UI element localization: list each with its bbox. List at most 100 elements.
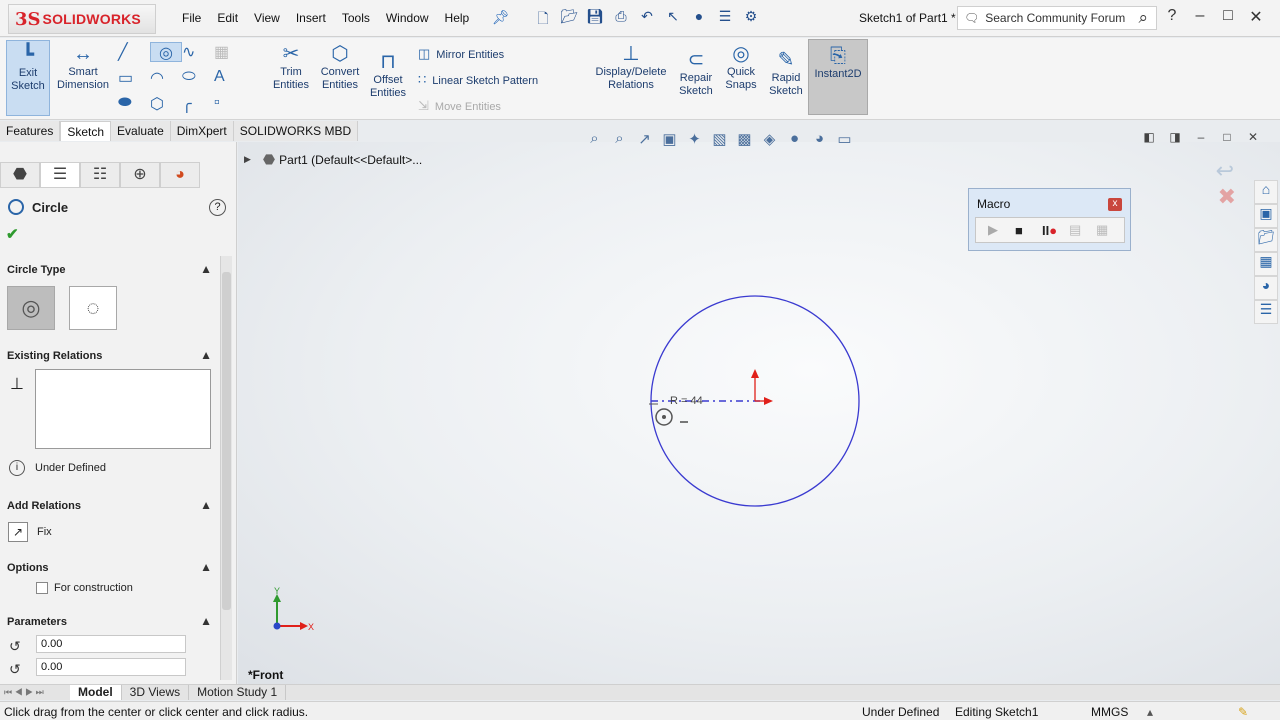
center-y-field[interactable]: 0.00 <box>36 658 186 676</box>
tab-model[interactable]: Model <box>70 685 122 700</box>
point-icon[interactable]: ▫ <box>214 94 246 114</box>
circle-tool-icon[interactable]: ◎ <box>150 42 182 62</box>
rebuild-icon[interactable]: ● <box>686 8 712 28</box>
rectangle-icon[interactable]: ▭ <box>118 68 150 88</box>
move-icon: ⇲ <box>418 98 429 113</box>
spline-icon[interactable]: ∿ <box>182 42 214 62</box>
tab-3d-views[interactable]: 3D Views <box>122 685 190 700</box>
feature-manager-icon[interactable]: ⬣ <box>0 162 40 188</box>
scrollbar-thumb[interactable] <box>222 272 231 610</box>
arc-icon[interactable]: ◠ <box>150 68 182 88</box>
section-add-relations[interactable]: Add Relations ▲ <box>0 496 216 516</box>
sketch-canvas[interactable]: R = 44 Y X <box>238 142 1280 684</box>
slot-icon[interactable]: ⬬ <box>118 94 150 114</box>
center-y-icon: ↺ <box>9 661 21 677</box>
solidworks-logo[interactable]: 3S SOLIDWORKS <box>8 4 156 34</box>
units-selector[interactable]: MMGS <box>1091 705 1128 719</box>
tab-motion-study-1[interactable]: Motion Study 1 <box>189 685 287 700</box>
close-icon[interactable]: ✕ <box>1242 7 1270 27</box>
search-input[interactable]: Search Community Forum <box>985 11 1125 25</box>
file-properties-icon[interactable]: ☰ <box>712 8 738 28</box>
tab-evaluate[interactable]: Evaluate <box>111 121 171 141</box>
fix-relation-button[interactable]: ↗ Fix <box>8 522 52 542</box>
center-x-field[interactable]: 0.00 <box>36 635 186 653</box>
fillet-icon[interactable]: ╭ <box>182 94 214 114</box>
graphics-area[interactable]: ▶ ⬣ Part1 (Default<<Default>... ⌕ ⌕ ↗ ▣ … <box>238 130 1280 684</box>
section-existing-relations[interactable]: Existing Relations ▲ <box>0 346 216 366</box>
exit-sketch-label: Exit Sketch <box>11 67 45 92</box>
search-icon[interactable]: ⌕ <box>1138 8 1148 28</box>
help-question-icon[interactable]: ? <box>1158 7 1186 27</box>
fix-label: Fix <box>37 526 52 538</box>
open-folder-icon[interactable]: 📂︎ <box>556 8 582 28</box>
pm-title: Circle <box>32 199 69 215</box>
pin-icon[interactable]: 📌︎ <box>492 9 510 26</box>
instant2d-button[interactable]: ⎘ Instant2D <box>808 39 868 115</box>
trim-entities-label: Trim Entities <box>272 66 310 91</box>
tab-scroll-arrows[interactable]: ⏮ ◀ ▶ ⏭ <box>0 685 70 700</box>
save-icon[interactable]: 💾︎ <box>582 8 608 28</box>
help-button[interactable]: ? <box>209 199 226 216</box>
logo-text: SOLIDWORKS <box>42 11 141 27</box>
definition-status: i Under Defined <box>9 460 106 476</box>
mirror-entities-button[interactable]: ◫ Mirror Entities <box>418 46 504 62</box>
smart-dimension-label: Smart Dimension <box>57 66 109 91</box>
menu-window[interactable]: Window <box>386 11 429 25</box>
menu-insert[interactable]: Insert <box>296 11 326 25</box>
ok-checkmark-button[interactable]: ✔ <box>6 225 19 243</box>
units-chevron-up-icon[interactable]: ▴ <box>1147 705 1153 719</box>
menu-edit[interactable]: Edit <box>217 11 238 25</box>
existing-relations-list[interactable] <box>35 369 211 449</box>
ellipse-icon[interactable]: ⬭ <box>182 68 214 88</box>
for-construction-checkbox[interactable] <box>36 582 48 594</box>
exit-sketch-button[interactable]: ┗ Exit Sketch <box>6 40 50 116</box>
offset-entities-button[interactable]: ⊓ Offset Entities <box>366 50 410 100</box>
menu-file[interactable]: File <box>182 11 201 25</box>
section-parameters-label: Parameters <box>7 616 67 628</box>
tab-dimxpert[interactable]: DimXpert <box>170 121 234 141</box>
text-icon[interactable]: A <box>214 68 246 88</box>
property-manager-icon[interactable]: ☰ <box>40 162 80 188</box>
polygon-icon[interactable]: ⬡ <box>150 94 182 114</box>
select-arrow-icon[interactable]: ↖ <box>660 8 686 28</box>
configuration-manager-icon[interactable]: ☷ <box>80 162 120 188</box>
smart-dimension-button[interactable]: ↔ Smart Dimension <box>54 42 112 92</box>
convert-entities-button[interactable]: ⬡ Convert Entities <box>316 42 364 92</box>
move-entities-button[interactable]: ⇲ Move Entities <box>418 98 501 114</box>
rebuild-status-icon[interactable]: ✎ <box>1238 705 1248 719</box>
perimeter-circle-type-button[interactable]: ◌ <box>69 286 117 330</box>
trim-entities-button[interactable]: ✂ Trim Entities <box>268 42 314 92</box>
undo-icon[interactable]: ↶ <box>634 8 660 28</box>
linear-sketch-pattern-button[interactable]: ∷ Linear Sketch Pattern <box>418 72 538 88</box>
section-circle-type[interactable]: Circle Type ▲ <box>0 260 216 280</box>
display-delete-relations-button[interactable]: ⊥ Display/Delete Relations <box>592 42 670 92</box>
center-circle-type-button[interactable]: ◎ <box>7 286 55 330</box>
section-options[interactable]: Options ▲ <box>0 558 216 578</box>
title-bar: 3S SOLIDWORKS File Edit View Insert Tool… <box>0 0 1280 37</box>
menu-view[interactable]: View <box>254 11 280 25</box>
rapid-sketch-button[interactable]: ✎ Rapid Sketch <box>764 48 808 98</box>
for-construction-option[interactable]: For construction <box>36 582 133 594</box>
pm-scrollbar[interactable] <box>220 256 232 680</box>
display-manager-icon[interactable]: ◕ <box>160 162 200 188</box>
new-document-icon[interactable]: 🗋 <box>530 8 556 28</box>
options-gear-icon[interactable]: ⚙ <box>738 8 764 28</box>
tab-solidworks-mbd[interactable]: SOLIDWORKS MBD <box>233 121 359 141</box>
print-icon[interactable]: ⎙ <box>608 8 634 28</box>
minimize-icon[interactable]: – <box>1186 7 1214 27</box>
search-box[interactable]: 🗨︎ Search Community Forum ⌕ <box>957 6 1157 30</box>
repair-sketch-button[interactable]: ⊂ Repair Sketch <box>674 48 718 98</box>
quick-snaps-button[interactable]: ◎ Quick Snaps <box>720 42 762 92</box>
linear-pattern-icon: ∷ <box>418 72 427 87</box>
plane-icon[interactable]: ▦ <box>214 42 246 62</box>
tab-features[interactable]: Features <box>0 121 61 141</box>
restore-icon[interactable]: □ <box>1214 7 1242 27</box>
tab-sketch[interactable]: Sketch <box>60 121 112 141</box>
section-parameters[interactable]: Parameters ▲ <box>0 612 216 632</box>
menu-help[interactable]: Help <box>445 11 470 25</box>
menu-tools[interactable]: Tools <box>342 11 370 25</box>
for-construction-label: For construction <box>54 582 133 594</box>
dimxpert-manager-icon[interactable]: ⊕ <box>120 162 160 188</box>
smart-dimension-icon: ↔ <box>73 43 93 65</box>
line-icon[interactable]: ╱ <box>118 42 150 62</box>
